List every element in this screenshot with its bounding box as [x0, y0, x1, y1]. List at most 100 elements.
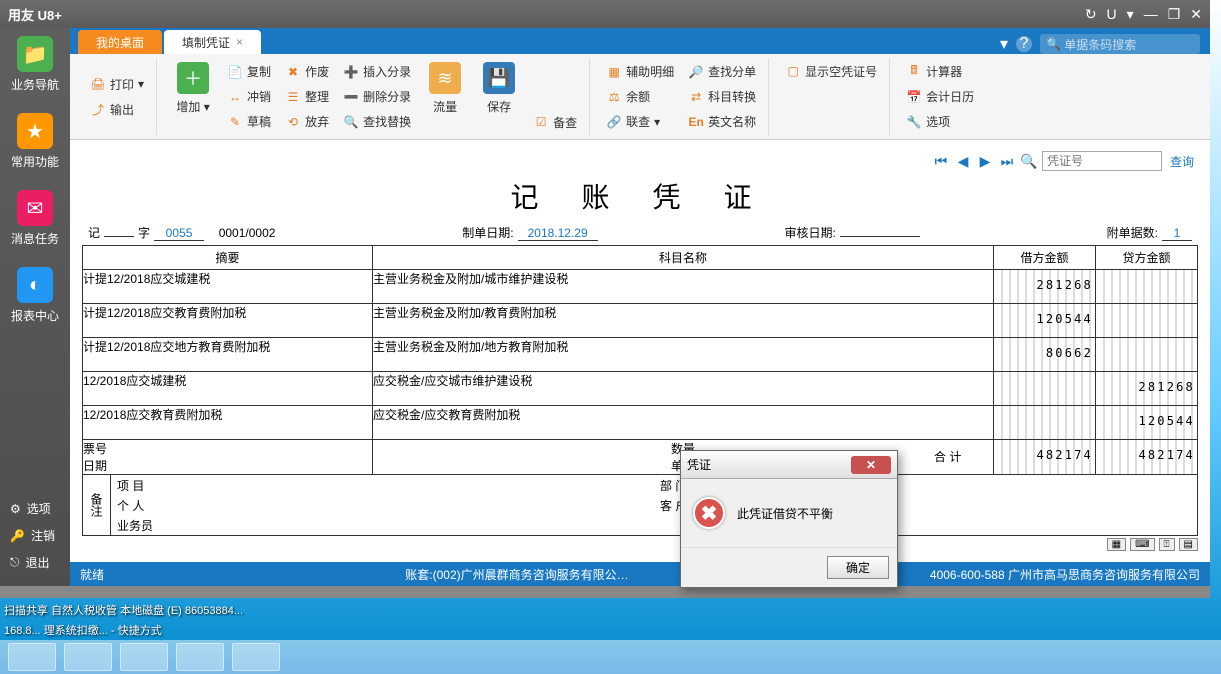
footer-icon-4[interactable]: ▤	[1179, 538, 1198, 551]
cell-summary[interactable]: 计提12/2018应交教育费附加税	[83, 304, 373, 338]
nav-logout[interactable]: 🔑注销	[0, 522, 70, 549]
btn-offset[interactable]: ↔冲销	[223, 86, 275, 108]
dropdown-icon[interactable]: ▾	[1127, 6, 1134, 23]
nav-exit[interactable]: ⎋退出	[0, 549, 70, 576]
nav-business[interactable]: 📁业务导航	[5, 36, 65, 93]
table-row[interactable]: 计提12/2018应交城建税主营业务税金及附加/城市维护建设税281268	[83, 270, 1198, 304]
nav-next-icon[interactable]: ▶	[976, 152, 994, 170]
cell-credit[interactable]: 120544	[1096, 406, 1198, 440]
btn-query[interactable]: 查询	[1166, 153, 1198, 170]
cell-debit[interactable]: 281268	[994, 270, 1096, 304]
ft-project[interactable]: 项 目	[111, 475, 654, 495]
cell-summary[interactable]: 计提12/2018应交城建税	[83, 270, 373, 304]
nav-reports[interactable]: ◐报表中心	[5, 267, 65, 324]
btn-audit[interactable]: ☑备查	[529, 111, 581, 133]
search-icon: 🔍	[1046, 37, 1061, 51]
nav-favorites[interactable]: ★常用功能	[5, 113, 65, 170]
tab-voucher[interactable]: 填制凭证×	[164, 30, 261, 54]
voucher-no-input[interactable]	[1042, 151, 1162, 171]
restore-icon[interactable]: ❐	[1168, 6, 1181, 23]
attach-count[interactable]: 1	[1162, 226, 1192, 241]
btn-save[interactable]: 💾保存	[475, 60, 523, 133]
nav-prev-icon[interactable]: ◀	[954, 152, 972, 170]
cell-credit[interactable]: 281268	[1096, 372, 1198, 406]
tab-close-icon[interactable]: ×	[236, 35, 243, 49]
btn-options[interactable]: 🔧选项	[902, 111, 978, 133]
dialog-titlebar[interactable]: 凭证 ✕	[681, 451, 897, 479]
btn-find-bill[interactable]: 🔎查找分单	[684, 61, 760, 83]
btn-abandon[interactable]: ⟲放弃	[281, 111, 333, 133]
taskbar[interactable]	[0, 640, 1221, 674]
cell-debit[interactable]: 80662	[994, 338, 1096, 372]
nav-last-icon[interactable]: ⏭	[998, 152, 1016, 170]
cell-summary[interactable]: 12/2018应交城建税	[83, 372, 373, 406]
btn-tidy[interactable]: ☰整理	[281, 86, 333, 108]
footer-icon-3[interactable]: ⍐	[1159, 538, 1175, 551]
make-date[interactable]: 2018.12.29	[518, 226, 598, 241]
footer-icon-1[interactable]: ▦	[1107, 538, 1126, 551]
btn-delete-entry[interactable]: ➖删除分录	[339, 86, 415, 108]
btn-find-replace[interactable]: 🔍查找替换	[339, 111, 415, 133]
help-icon[interactable]: ?	[1016, 36, 1032, 52]
table-row[interactable]: 12/2018应交教育费附加税应交税金/应交教育费附加税 120544	[83, 406, 1198, 440]
nav-options[interactable]: ⚙选项	[0, 495, 70, 522]
minimize-icon[interactable]: —	[1144, 6, 1158, 23]
status-hotline: 4006-600-588 广州市高马思商务咨询服务有限公司	[930, 566, 1200, 583]
tab-more-icon[interactable]: ▾	[1000, 34, 1008, 54]
table-row[interactable]: 计提12/2018应交地方教育费附加税主营业务税金及附加/地方教育附加税8066…	[83, 338, 1198, 372]
dialog-close-icon[interactable]: ✕	[851, 456, 891, 474]
cell-debit[interactable]: 120544	[994, 304, 1096, 338]
cell-credit[interactable]	[1096, 338, 1198, 372]
btn-aux[interactable]: ▦辅助明细	[602, 61, 678, 83]
transfer-icon: ⇄	[688, 89, 704, 105]
cell-debit[interactable]	[994, 406, 1096, 440]
btn-eng-name[interactable]: En英文名称	[684, 111, 760, 133]
ft-person[interactable]: 个 人	[111, 495, 654, 515]
taskbar-item[interactable]	[8, 643, 56, 671]
btn-void[interactable]: ✖作废	[281, 61, 333, 83]
table-row[interactable]: 计提12/2018应交教育费附加税主营业务税金及附加/教育费附加税120544	[83, 304, 1198, 338]
cell-summary[interactable]: 计提12/2018应交地方教育费附加税	[83, 338, 373, 372]
tab-home[interactable]: 我的桌面	[78, 30, 162, 54]
btn-print[interactable]: 🖨打印 ▾	[86, 73, 148, 95]
btn-flow[interactable]: ≋流量	[421, 60, 469, 133]
btn-balance[interactable]: ⚖余额	[602, 86, 678, 108]
btn-acct-trans[interactable]: ⇄科目转换	[684, 86, 760, 108]
cell-summary[interactable]: 12/2018应交教育费附加税	[83, 406, 373, 440]
cell-subject[interactable]: 应交税金/应交城市维护建设税	[373, 372, 994, 406]
taskbar-item[interactable]	[232, 643, 280, 671]
btn-add[interactable]: ＋增加 ▾	[169, 60, 217, 133]
cell-subject[interactable]: 主营业务税金及附加/教育费附加税	[373, 304, 994, 338]
close-icon[interactable]: ✕	[1190, 6, 1202, 23]
nav-messages[interactable]: ✉消息任务	[5, 190, 65, 247]
btn-output[interactable]: ⤴输出	[86, 98, 148, 120]
taskbar-item[interactable]	[120, 643, 168, 671]
voucher-no[interactable]: 0055	[154, 226, 204, 241]
u-icon[interactable]: U	[1107, 6, 1117, 23]
footer-icon-2[interactable]: ⌨	[1130, 538, 1154, 551]
cell-subject[interactable]: 应交税金/应交教育费附加税	[373, 406, 994, 440]
btn-calc[interactable]: 🖩计算器	[902, 61, 978, 83]
table-row[interactable]: 12/2018应交城建税应交税金/应交城市维护建设税 281268	[83, 372, 1198, 406]
dialog-ok-button[interactable]: 确定	[827, 556, 889, 579]
nav-search-icon[interactable]: 🔍	[1020, 152, 1038, 170]
barcode-search[interactable]: 🔍 单据条码搜索	[1040, 34, 1200, 54]
nav-first-icon[interactable]: ⏮	[932, 152, 950, 170]
cell-credit[interactable]	[1096, 304, 1198, 338]
dialog-title: 凭证	[687, 456, 711, 473]
taskbar-item[interactable]	[176, 643, 224, 671]
btn-calendar[interactable]: 📅会计日历	[902, 86, 978, 108]
btn-linkq[interactable]: 🔗联查 ▾	[602, 111, 678, 133]
ft-clerk[interactable]: 业务员	[111, 515, 654, 535]
cell-subject[interactable]: 主营业务税金及附加/城市维护建设税	[373, 270, 994, 304]
btn-draft[interactable]: ✎草稿	[223, 111, 275, 133]
cell-credit[interactable]	[1096, 270, 1198, 304]
cell-debit[interactable]	[994, 372, 1096, 406]
btn-copy[interactable]: 📄复制	[223, 61, 275, 83]
taskbar-item[interactable]	[64, 643, 112, 671]
refresh-icon[interactable]: ↻	[1085, 6, 1097, 23]
btn-show-empty[interactable]: ▢显示空凭证号	[781, 60, 881, 82]
btn-insert-entry[interactable]: ➕插入分录	[339, 61, 415, 83]
cell-subject[interactable]: 主营业务税金及附加/地方教育附加税	[373, 338, 994, 372]
findbill-icon: 🔎	[688, 64, 704, 80]
